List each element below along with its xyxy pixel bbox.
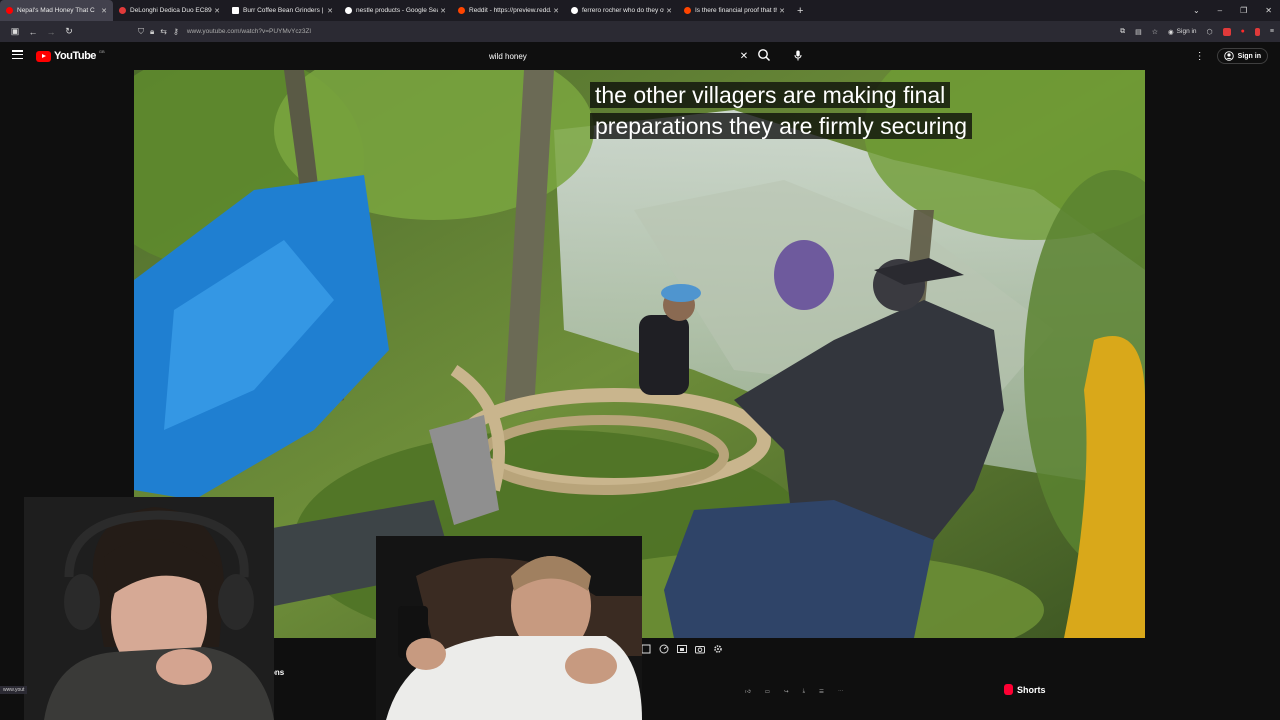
reader-view-icon[interactable]: ▤	[1135, 28, 1142, 36]
country-code: GB	[98, 48, 105, 54]
tab-close-icon[interactable]: ✕	[666, 7, 672, 15]
webcam-feed-left	[24, 497, 274, 720]
tab-close-icon[interactable]: ✕	[440, 7, 446, 15]
webcam-overlay-left	[24, 497, 274, 720]
extensions-icon[interactable]: ⬡	[1207, 28, 1213, 36]
favicon-icon	[119, 7, 126, 14]
save-icon[interactable]: ☰	[819, 689, 824, 695]
youtube-masthead: YouTube GB wild honey ✕	[0, 42, 1280, 70]
dislike-icon[interactable]: ▭	[765, 689, 770, 695]
status-bar-url: www.yout	[0, 686, 28, 694]
shorts-label: Shorts	[1017, 684, 1046, 695]
favicon-icon	[232, 7, 239, 14]
youtube-play-icon	[36, 50, 51, 62]
settings-kebab-icon[interactable]: ⋮	[1195, 51, 1205, 62]
youtube-favicon-icon	[6, 7, 13, 14]
minimize-icon[interactable]: –	[1218, 6, 1222, 15]
tab-1[interactable]: DeLonghi Dedica Duo EC890.GR ✕	[113, 0, 226, 21]
masthead-right: ⋮ Sign in	[1195, 48, 1268, 64]
account-circle-icon	[1223, 51, 1234, 61]
pip-icon[interactable]: ⧉	[1120, 28, 1125, 36]
close-window-icon[interactable]: ✕	[1265, 6, 1272, 15]
screenshot-camera-icon[interactable]	[694, 643, 706, 655]
google-favicon-icon	[345, 7, 352, 14]
tab-label: DeLonghi Dedica Duo EC890.GR	[130, 7, 212, 14]
menu-icon[interactable]: ≡	[1270, 28, 1274, 35]
extension-icon-2[interactable]: ●	[1241, 28, 1245, 35]
guide-menu-icon[interactable]	[12, 50, 23, 59]
tab-label: ferrero rocher who do they ow	[582, 7, 665, 14]
shorts-icon	[1004, 684, 1013, 695]
youtube-wordmark: YouTube	[54, 50, 96, 62]
bookmark-star-icon[interactable]: ☆	[1152, 28, 1158, 36]
shield-icon[interactable]: ⛉	[138, 27, 144, 37]
reload-icon[interactable]: ↻	[60, 26, 78, 37]
like-icon[interactable]: 👍︎	[745, 689, 751, 695]
account-icon: ◉	[1168, 28, 1174, 36]
screen-icon[interactable]	[676, 643, 688, 655]
window-controls: ⌄ – ❐ ✕	[1193, 0, 1272, 21]
permissions-icon[interactable]: ⇆	[160, 27, 167, 37]
extension-icon-3[interactable]	[1254, 27, 1260, 36]
video-caption: the other villagers are making final pre…	[590, 80, 1010, 142]
tab-close-icon[interactable]: ✕	[327, 7, 333, 15]
video-action-row: 👍︎ ▭ ↪ ⤓ ☰ ⋯	[745, 688, 843, 695]
youtube-logo[interactable]: YouTube GB	[36, 48, 105, 62]
tab-list-chevron-icon[interactable]: ⌄	[1193, 6, 1200, 15]
voice-search-button[interactable]	[790, 47, 806, 63]
tab-label: Nepal's Mad Honey That C	[17, 7, 95, 14]
tab-0[interactable]: Nepal's Mad Honey That C ✕	[0, 0, 113, 21]
tab-close-icon[interactable]: ✕	[101, 7, 107, 15]
clear-search-icon[interactable]: ✕	[736, 51, 752, 62]
address-bar[interactable]: ⛉ 🔒︎ ⇆ ⚷ www.youtube.com/watch?v=PUYMvYc…	[138, 21, 311, 42]
tab-label: Burr Coffee Bean Grinders | Bre	[243, 7, 325, 14]
microphone-icon	[794, 50, 802, 60]
sidebar-toggle-icon[interactable]: ▣	[6, 26, 24, 37]
share-icon[interactable]: ↪	[784, 689, 789, 695]
gear-icon[interactable]	[712, 643, 724, 655]
search-box[interactable]: wild honey ✕	[482, 47, 752, 66]
more-actions-icon[interactable]: ⋯	[838, 689, 844, 695]
tab-close-icon[interactable]: ✕	[779, 7, 785, 15]
tab-6[interactable]: Is there financial proof that the ✕	[678, 0, 791, 21]
search-icon[interactable]	[757, 48, 771, 62]
signin-label: Sign in	[1237, 52, 1261, 60]
webcam-overlay-right	[376, 536, 642, 720]
youtube-signin-button[interactable]: Sign in	[1216, 48, 1268, 64]
google-favicon-icon	[571, 7, 578, 14]
tab-close-icon[interactable]: ✕	[553, 7, 559, 15]
tab-close-icon[interactable]: ✕	[214, 7, 220, 15]
lock-icon[interactable]: 🔒︎	[150, 27, 154, 37]
tab-5[interactable]: ferrero rocher who do they ow ✕	[565, 0, 678, 21]
key-icon[interactable]: ⚷	[173, 27, 179, 37]
extension-toolbar	[640, 643, 724, 655]
browser-tab-strip: Nepal's Mad Honey That C ✕ DeLonghi Dedi…	[0, 0, 1280, 21]
tab-3[interactable]: nestle products - Google Search ✕	[339, 0, 452, 21]
search-input[interactable]: wild honey	[482, 52, 736, 61]
download-icon[interactable]: ⤓	[803, 688, 805, 695]
url-text: www.youtube.com/watch?v=PUYMvYcz3Zl	[186, 28, 311, 35]
webcam-feed-right	[376, 536, 642, 720]
back-icon[interactable]: ←	[24, 27, 42, 37]
new-tab-icon[interactable]: +	[797, 5, 803, 17]
browser-nav-bar: ▣ ← → ↻ ⛉ 🔒︎ ⇆ ⚷ www.youtube.com/watch?v…	[0, 21, 1280, 42]
tab-2[interactable]: Burr Coffee Bean Grinders | Bre ✕	[226, 0, 339, 21]
tab-label: Reddit - https://preview.redd.it	[469, 7, 552, 14]
restore-icon[interactable]: ❐	[1240, 6, 1247, 15]
browser-signin-button[interactable]: ◉ Sign in	[1168, 28, 1197, 36]
caption-line-2: preparations they are firmly securing	[590, 113, 972, 139]
tab-label: nestle products - Google Search	[356, 7, 438, 14]
reddit-favicon-icon	[684, 7, 691, 14]
reddit-favicon-icon	[458, 7, 465, 14]
signin-label: Sign in	[1176, 28, 1197, 35]
tab-4[interactable]: Reddit - https://preview.redd.it ✕	[452, 0, 565, 21]
speed-icon[interactable]	[658, 643, 670, 655]
forward-icon[interactable]: →	[42, 27, 60, 37]
extension-icon[interactable]	[1222, 27, 1231, 36]
shorts-section-header[interactable]: Shorts	[1004, 684, 1046, 695]
tab-label: Is there financial proof that the	[695, 7, 778, 14]
caption-line-1: the other villagers are making final	[590, 82, 951, 108]
